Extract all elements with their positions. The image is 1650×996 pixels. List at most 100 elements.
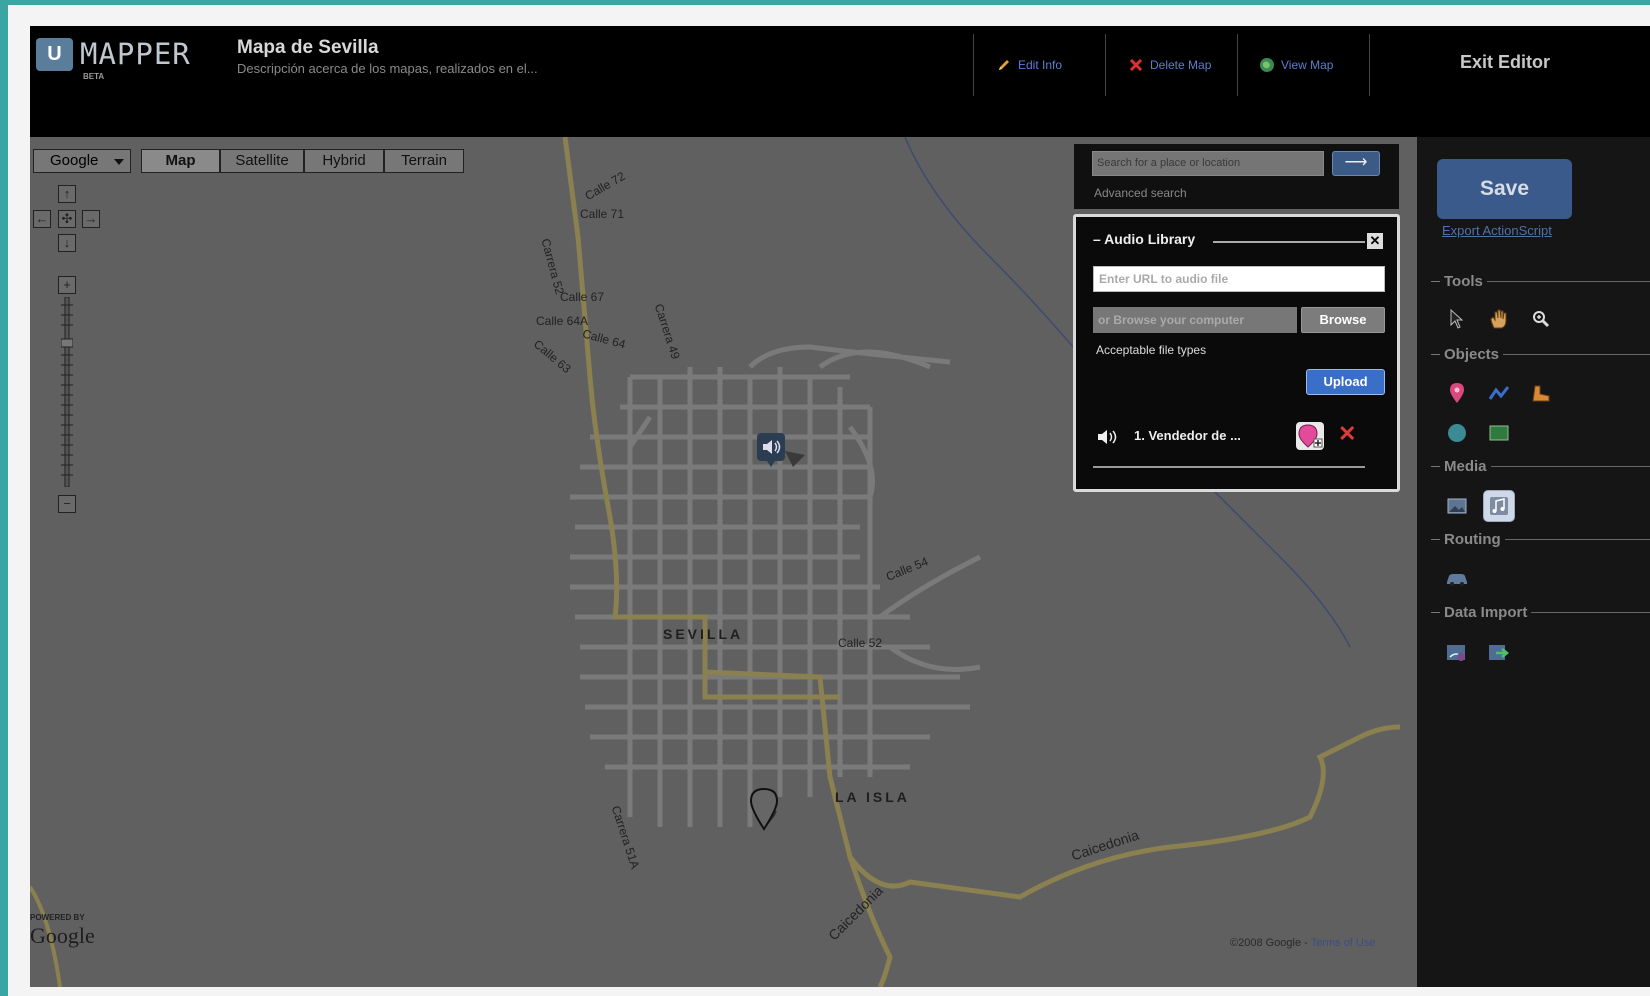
- section-routing: Routing: [1431, 531, 1650, 548]
- pan-right-button[interactable]: →: [82, 210, 100, 228]
- street-label: Calle 64A: [536, 314, 589, 328]
- zoom-slider[interactable]: [61, 297, 73, 487]
- edit-info-label: Edit Info: [1018, 58, 1063, 72]
- pin-icon: [1450, 383, 1464, 403]
- add-to-map-button[interactable]: [1296, 422, 1324, 450]
- pan-up-button[interactable]: ↑: [58, 185, 76, 203]
- location-search-input[interactable]: Search for a place or location: [1092, 151, 1324, 176]
- image-tool[interactable]: [1441, 490, 1473, 522]
- location-search-panel: Search for a place or location ⟶ Advance…: [1074, 144, 1399, 209]
- delete-x-icon: [1129, 58, 1143, 72]
- pin-add-icon: [1298, 424, 1323, 448]
- pan-down-button[interactable]: ↓: [58, 234, 76, 252]
- acceptable-file-types[interactable]: Acceptable file types: [1096, 343, 1206, 357]
- audio-library-panel: – Audio Library ✕ Enter URL to audio fil…: [1073, 214, 1400, 492]
- map-type-terrain-button[interactable]: Terrain: [384, 149, 464, 173]
- street-label: Calle 52: [838, 636, 883, 650]
- map-type-satellite-button[interactable]: Satellite: [220, 149, 304, 173]
- terms-link[interactable]: Terms of Use: [1311, 937, 1376, 949]
- google-logo[interactable]: Google: [30, 923, 95, 949]
- list-divider: [1093, 466, 1365, 468]
- circle-icon: [1448, 424, 1466, 442]
- audio-library-title-text: Audio Library: [1104, 231, 1196, 247]
- zoom-tool[interactable]: [1525, 303, 1557, 335]
- map-canvas[interactable]: Google Map Satellite Hybrid Terrain ↑ ← ✣ →…: [30, 137, 1417, 987]
- section-objects-label: Objects: [1444, 346, 1500, 363]
- title-rule: [1213, 241, 1365, 243]
- copyright-text: ©2008 Google - Terms of Use: [1230, 937, 1375, 949]
- map-provider-value: Google: [50, 152, 99, 169]
- header-divider: [1237, 34, 1238, 96]
- globe-icon: [1260, 58, 1274, 72]
- audio-tool[interactable]: [1483, 490, 1515, 522]
- logo-beta: BETA: [83, 72, 105, 81]
- magnifier-icon: [1533, 311, 1550, 328]
- save-button[interactable]: Save: [1437, 159, 1572, 219]
- map-title: Mapa de Sevilla: [237, 37, 379, 58]
- polyline-tool[interactable]: [1483, 377, 1515, 409]
- search-go-button[interactable]: ⟶: [1332, 151, 1380, 176]
- marker-tool[interactable]: [1441, 377, 1473, 409]
- driving-route-tool[interactable]: [1441, 563, 1473, 595]
- tool-sidebar: Save Export ActionScript Tools Objects M…: [1417, 137, 1650, 987]
- view-map-button[interactable]: View Map: [1259, 54, 1333, 76]
- speaker-icon: [1098, 430, 1117, 444]
- audio-marker[interactable]: [757, 433, 805, 473]
- map-type-map-button[interactable]: Map: [141, 149, 220, 173]
- delete-map-label: Delete Map: [1150, 58, 1212, 72]
- header-divider: [1105, 34, 1106, 96]
- export-actionscript-link[interactable]: Export ActionScript: [1442, 223, 1552, 238]
- audio-library-title: – Audio Library: [1093, 231, 1196, 247]
- town-label: SEVILLA: [663, 626, 744, 642]
- header-divider: [973, 34, 974, 96]
- umapper-logo[interactable]: U MAPPER BETA: [36, 38, 196, 82]
- circle-tool[interactable]: [1441, 417, 1473, 449]
- map-provider-select[interactable]: Google: [33, 149, 131, 173]
- pan-left-button[interactable]: ←: [33, 210, 51, 228]
- feed-import-icon: [1447, 645, 1465, 661]
- delete-map-button[interactable]: Delete Map: [1128, 54, 1211, 76]
- section-tools-label: Tools: [1444, 273, 1483, 290]
- pan-tool[interactable]: [1483, 303, 1515, 335]
- town-label: LA ISLA: [835, 789, 910, 805]
- pin-marker[interactable]: [750, 787, 784, 831]
- polyline-icon: [1488, 386, 1510, 400]
- car-icon: [1447, 574, 1467, 586]
- close-panel-button[interactable]: ✕: [1367, 233, 1383, 249]
- image-icon: [1447, 498, 1467, 514]
- pan-center-button[interactable]: ✣: [58, 210, 76, 228]
- copyright-label: ©2008 Google -: [1230, 937, 1311, 949]
- browse-button[interactable]: Browse: [1301, 307, 1385, 333]
- umapper-editor: U MAPPER BETA Mapa de Sevilla Descripció…: [30, 26, 1650, 987]
- zoom-in-button[interactable]: +: [58, 276, 76, 294]
- polygon-tool[interactable]: [1525, 377, 1557, 409]
- select-tool[interactable]: [1441, 303, 1473, 335]
- section-objects: Objects: [1431, 346, 1650, 363]
- audio-url-input[interactable]: Enter URL to audio file: [1093, 266, 1385, 292]
- advanced-search-link[interactable]: Advanced search: [1094, 186, 1187, 200]
- remove-audio-button[interactable]: ✕: [1338, 423, 1356, 445]
- cursor-icon: [1450, 309, 1464, 329]
- map-type-hybrid-button[interactable]: Hybrid: [304, 149, 384, 173]
- close-icon: ✕: [1369, 233, 1381, 248]
- rectangle-tool[interactable]: [1483, 417, 1515, 449]
- edit-info-button[interactable]: Edit Info: [996, 54, 1062, 76]
- section-data-import: Data Import: [1431, 604, 1650, 621]
- audio-item-name[interactable]: 1. Vendedor de ...: [1134, 428, 1241, 443]
- editor-header: U MAPPER BETA Mapa de Sevilla Descripció…: [30, 26, 1650, 137]
- section-media-label: Media: [1444, 458, 1487, 475]
- upload-button[interactable]: Upload: [1306, 369, 1385, 395]
- exit-editor-button[interactable]: Exit Editor: [1460, 52, 1550, 73]
- file-import-icon: [1489, 645, 1510, 660]
- browse-file-field[interactable]: or Browse your computer: [1093, 307, 1297, 333]
- import-kml-tool[interactable]: [1483, 637, 1515, 669]
- zoom-out-button[interactable]: −: [58, 495, 76, 513]
- hand-icon: [1490, 309, 1507, 329]
- view-map-label: View Map: [1281, 58, 1334, 72]
- chevron-down-icon: [114, 159, 124, 165]
- import-rss-tool[interactable]: [1441, 637, 1473, 669]
- polygon-icon: [1532, 385, 1550, 402]
- rectangle-icon: [1489, 425, 1509, 441]
- header-divider: [1369, 34, 1370, 96]
- pencil-icon: [999, 60, 1009, 70]
